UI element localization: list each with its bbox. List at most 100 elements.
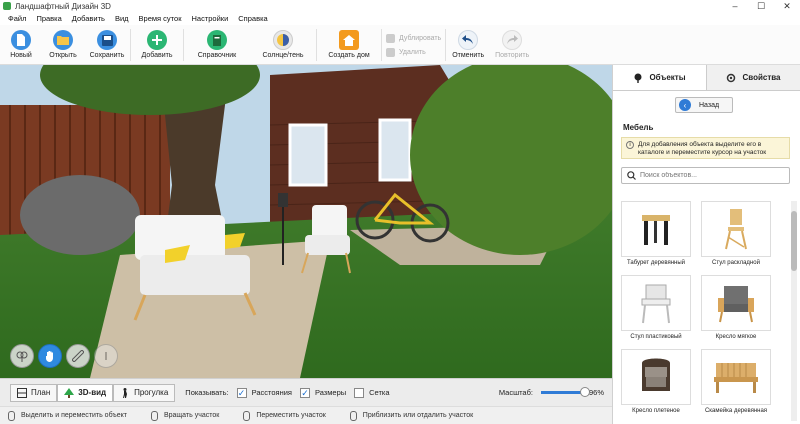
walk-view-button[interactable]: Прогулка [113, 383, 176, 402]
undo-button[interactable]: Отменить [446, 25, 490, 65]
catalog-item-wooden-bench[interactable]: Скамейка деревянная [701, 349, 771, 421]
search-input[interactable] [640, 172, 780, 179]
catalog-scrollbar[interactable] [791, 201, 797, 421]
hint-text: Для добавления объекта выделите его в ка… [638, 141, 767, 156]
window-title: Ландшафтный Дизайн 3D [15, 1, 111, 11]
scene-viewport[interactable] [0, 65, 612, 378]
search-box [621, 167, 790, 184]
status-zoom: Приблизить или отдалить участок [349, 410, 473, 421]
catalog-item-plastic-chair[interactable]: Стул пластиковый [621, 275, 691, 349]
toolbar: Новый Открыть Сохранить Добавить Справоч… [0, 25, 800, 65]
tree-icon [634, 73, 642, 83]
plan-icon [17, 387, 27, 398]
catalog-grid: Табурет деревянный Стул раскладной Стул … [621, 201, 783, 421]
open-button[interactable]: Открыть [42, 25, 84, 65]
catalog-item-folding-chair[interactable]: Стул раскладной [701, 201, 771, 275]
back-button[interactable]: ‹ Назад [675, 97, 733, 113]
trash-icon [386, 47, 395, 57]
3d-view-button[interactable]: 3D-вид [57, 383, 114, 402]
plastic-chair-thumbnail [621, 275, 691, 331]
info-icon[interactable] [94, 344, 118, 368]
save-button[interactable]: Сохранить [84, 25, 130, 65]
status-select-move: Выделить и переместить объект [8, 410, 127, 421]
title-bar: Ландшафтный Дизайн 3D – ☐ ✕ [0, 0, 800, 12]
menu-bar: Файл Правка Добавить Вид Время суток Нас… [0, 12, 800, 25]
hint-box: i Для добавления объекта выделите его в … [621, 137, 790, 159]
panel-tabs: Объекты Свойства [613, 65, 800, 91]
toolbar-separator [381, 29, 382, 61]
menu-time-of-day[interactable]: Время суток [134, 14, 187, 23]
back-row: ‹ Назад [613, 91, 800, 119]
checkbox-checked: ✓ [299, 387, 310, 398]
distances-checkbox[interactable]: ✓ Расстояния [236, 387, 292, 398]
checkbox-unchecked [354, 387, 365, 398]
close-button[interactable]: ✕ [774, 0, 800, 12]
delete-button[interactable]: Удалить [386, 45, 441, 59]
menu-add[interactable]: Добавить [67, 14, 110, 23]
plan-view-button[interactable]: План [10, 383, 58, 402]
status-bar: Выделить и переместить объект Вращать уч… [0, 406, 612, 424]
menu-view[interactable]: Вид [110, 14, 134, 23]
undo-icon [458, 30, 479, 50]
arrow-left-icon: ‹ [679, 99, 691, 111]
checkbox-checked: ✓ [236, 387, 247, 398]
catalog-item-stool[interactable]: Табурет деревянный [621, 201, 691, 275]
new-file-icon [11, 30, 31, 50]
duplicate-button[interactable]: Дублировать [386, 31, 441, 45]
scale-control: Масштаб: 96% [498, 387, 604, 397]
search-icon [627, 171, 636, 180]
menu-edit[interactable]: Правка [31, 14, 66, 23]
scale-value: 96% [588, 388, 604, 397]
menu-settings[interactable]: Настройки [186, 14, 233, 23]
grid-checkbox[interactable]: Сетка [354, 387, 390, 398]
scale-slider[interactable] [540, 387, 590, 397]
status-rotate: Вращать участок [150, 410, 219, 421]
maximize-button[interactable]: ☐ [748, 0, 774, 12]
tree-3d-icon [64, 387, 75, 398]
new-button[interactable]: Новый [0, 25, 42, 65]
book-icon [207, 30, 227, 50]
walk-icon [123, 387, 128, 398]
folding-chair-thumbnail [701, 201, 771, 257]
wooden-bench-thumbnail [701, 349, 771, 405]
tab-objects[interactable]: Объекты [613, 65, 707, 90]
wicker-armchair-thumbnail [621, 349, 691, 405]
trees-icon[interactable] [10, 344, 34, 368]
window-controls: – ☐ ✕ [722, 0, 800, 12]
create-house-button[interactable]: Создать дом [317, 25, 381, 65]
add-button[interactable]: Добавить [131, 25, 183, 65]
menu-help[interactable]: Справка [233, 14, 272, 23]
floppy-icon [97, 30, 117, 50]
scale-slider-knob[interactable] [579, 387, 590, 397]
minimize-button[interactable]: – [722, 0, 748, 12]
tab-properties[interactable]: Свойства [707, 65, 800, 90]
redo-button[interactable]: Повторить [490, 25, 534, 65]
sizes-checkbox[interactable]: ✓ Размеры [299, 387, 346, 398]
ruler-icon[interactable] [66, 344, 90, 368]
soft-armchair-thumbnail [701, 275, 771, 331]
view-bar: План 3D-вид Прогулка Показывать: ✓ Расст… [0, 378, 612, 406]
section-title: Мебель [623, 123, 654, 132]
house-icon [339, 30, 359, 50]
mouse-middle-icon [243, 410, 251, 421]
app-icon [3, 2, 11, 10]
info-icon: i [626, 141, 634, 149]
viewport-tools [10, 344, 118, 368]
plus-icon [147, 30, 167, 50]
catalog-item-soft-armchair[interactable]: Кресло мягкое [701, 275, 771, 349]
catalog-item-wicker-armchair[interactable]: Кресло плетеное [621, 349, 691, 421]
hand-icon[interactable] [38, 344, 62, 368]
reference-button[interactable]: Справочник [184, 25, 250, 65]
mouse-right-icon [150, 410, 158, 421]
right-panel: Объекты Свойства ‹ Назад Мебель i Для до… [612, 65, 800, 424]
scale-label: Масштаб: [498, 388, 533, 397]
scrollbar-thumb[interactable] [791, 211, 797, 271]
menu-file[interactable]: Файл [3, 14, 31, 23]
mouse-wheel-icon [349, 410, 357, 421]
duplicate-icon [386, 33, 395, 43]
sun-shade-button[interactable]: Солнце/тень [250, 25, 316, 65]
edit-tools: Дублировать Удалить [386, 25, 441, 59]
redo-icon [502, 30, 523, 50]
folder-icon [53, 30, 73, 50]
stool-thumbnail [621, 201, 691, 257]
